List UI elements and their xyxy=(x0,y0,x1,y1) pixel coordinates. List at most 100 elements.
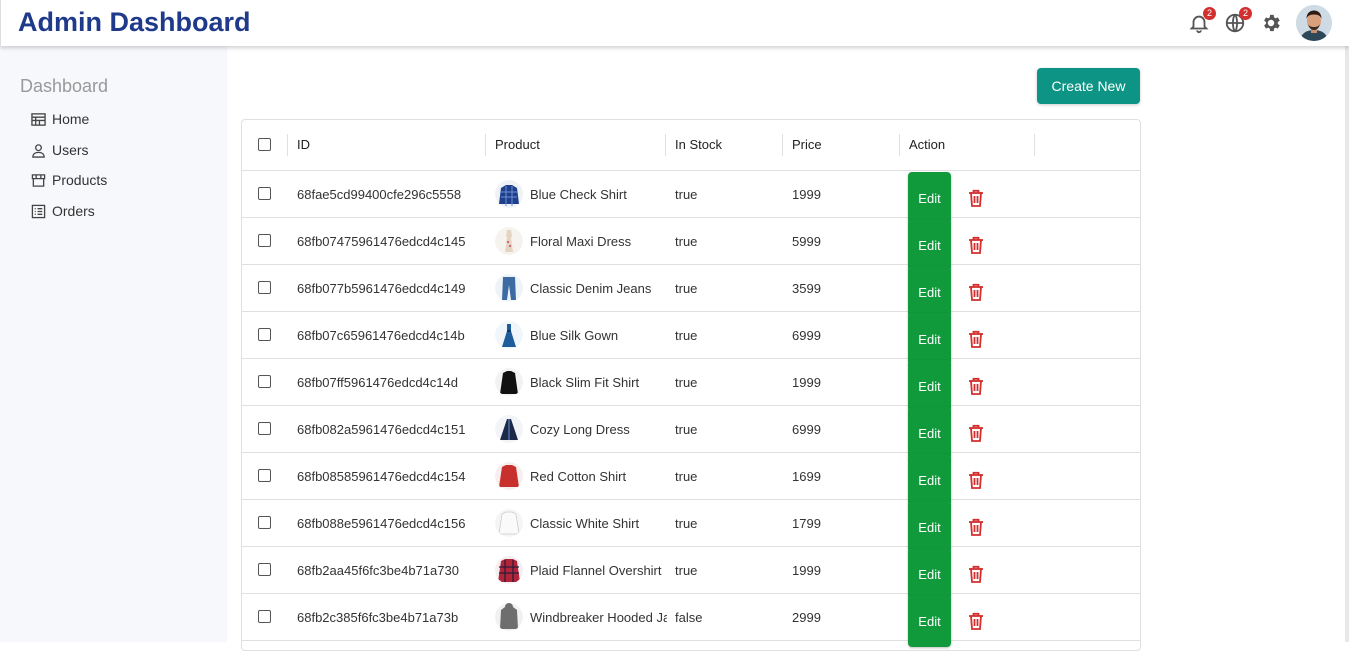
sidebar-item-label: Home xyxy=(52,111,90,127)
delete-icon[interactable] xyxy=(968,518,984,536)
row-id: 68fb08585961476edcd4c154 xyxy=(297,469,466,484)
edit-button[interactable]: Edit xyxy=(908,219,951,271)
table-row[interactable]: 68fb07475961476edcd4c145 Floral Maxi Dres… xyxy=(242,218,1140,271)
edit-button[interactable]: Edit xyxy=(908,501,951,553)
edit-button[interactable]: Edit xyxy=(908,454,951,506)
row-price: 1999 xyxy=(792,563,821,578)
row-in-stock: true xyxy=(675,516,698,531)
notifications-button[interactable]: 2 xyxy=(1188,7,1216,34)
row-checkbox[interactable] xyxy=(258,610,271,623)
row-price: 1699 xyxy=(792,469,821,484)
store-icon xyxy=(31,173,46,187)
edit-button[interactable]: Edit xyxy=(908,172,951,224)
row-checkbox[interactable] xyxy=(258,234,271,247)
row-checkbox[interactable] xyxy=(258,422,271,435)
column-separator xyxy=(899,134,900,156)
edit-button[interactable]: Edit xyxy=(908,407,951,459)
sidebar-item-orders[interactable]: Orders xyxy=(31,200,95,222)
row-product-name: Windbreaker Hooded Jacket xyxy=(530,610,667,625)
delete-icon[interactable] xyxy=(968,612,984,630)
delete-icon[interactable] xyxy=(968,471,984,489)
edit-button[interactable]: Edit xyxy=(908,548,951,600)
row-in-stock: true xyxy=(675,281,698,296)
edit-button[interactable]: Edit xyxy=(908,266,951,318)
top-bar: Admin Dashboard 2 2 xyxy=(0,0,1349,46)
row-in-stock: true xyxy=(675,234,698,249)
column-separator xyxy=(485,134,486,156)
product-thumbnail xyxy=(495,180,523,208)
row-price: 6999 xyxy=(792,422,821,437)
delete-icon[interactable] xyxy=(968,330,984,348)
delete-icon[interactable] xyxy=(968,565,984,583)
app-title: Admin Dashboard xyxy=(18,7,251,37)
edit-button[interactable]: Edit xyxy=(908,595,951,647)
row-in-stock: true xyxy=(675,375,698,390)
table-row[interactable]: 68fb2c385f6fc3be4b71a73b Windbreaker Hood… xyxy=(242,594,1140,647)
product-thumbnail xyxy=(495,274,523,302)
row-checkbox[interactable] xyxy=(258,469,271,482)
product-thumbnail xyxy=(495,227,523,255)
column-header-action[interactable]: Action xyxy=(909,137,945,152)
user-avatar-icon xyxy=(1296,5,1332,41)
product-thumbnail xyxy=(495,321,523,349)
row-in-stock: true xyxy=(675,469,698,484)
sidebar-item-label: Users xyxy=(52,142,89,158)
row-product-name: Cozy Long Dress xyxy=(530,422,630,437)
column-header-product[interactable]: Product xyxy=(495,137,540,152)
row-id: 68fae5cd99400cfe296c5558 xyxy=(297,187,462,202)
row-checkbox[interactable] xyxy=(258,187,271,200)
table-row[interactable]: 68fb088e5961476edcd4c156 Classic White Sh… xyxy=(242,500,1140,553)
row-checkbox[interactable] xyxy=(258,328,271,341)
table-row[interactable]: 68fb077b5961476edcd4c149 Classic Denim Je… xyxy=(242,265,1140,318)
settings-button[interactable] xyxy=(1260,12,1282,34)
user-icon xyxy=(32,143,45,158)
sidebar: Dashboard Home Users Products Orders xyxy=(0,46,227,642)
table-row[interactable]: 68fb082a5961476edcd4c151 Cozy Long Dress t… xyxy=(242,406,1140,459)
row-id: 68fb07ff5961476edcd4c14d xyxy=(297,375,458,390)
delete-icon[interactable] xyxy=(968,283,984,301)
delete-icon[interactable] xyxy=(968,236,984,254)
row-product-name: Blue Check Shirt xyxy=(530,187,627,202)
create-new-button[interactable]: Create New xyxy=(1037,68,1140,104)
sidebar-item-home[interactable]: Home xyxy=(31,108,89,130)
delete-icon[interactable] xyxy=(968,377,984,395)
table-row[interactable]: 68fb08585961476edcd4c154 Red Cotton Shirt… xyxy=(242,453,1140,506)
sidebar-item-label: Products xyxy=(52,172,108,188)
row-id: 68fb088e5961476edcd4c156 xyxy=(297,516,466,531)
avatar[interactable] xyxy=(1296,5,1332,41)
row-product-name: Classic Denim Jeans xyxy=(530,281,652,296)
sidebar-item-products[interactable]: Products xyxy=(31,169,107,191)
notification-badge: 2 xyxy=(1203,7,1216,20)
sidebar-item-users[interactable]: Users xyxy=(31,139,89,161)
row-id: 68fb07475961476edcd4c145 xyxy=(297,234,466,249)
row-price: 2999 xyxy=(792,610,821,625)
product-thumbnail xyxy=(495,556,523,584)
column-header-id[interactable]: ID xyxy=(297,137,310,152)
select-all-checkbox[interactable] xyxy=(258,138,271,151)
row-price: 1999 xyxy=(792,375,821,390)
table-row[interactable]: 68fb07c65961476edcd4c14b Blue Silk Gown tr… xyxy=(242,312,1140,365)
language-button[interactable]: 2 xyxy=(1224,7,1252,34)
row-checkbox[interactable] xyxy=(258,281,271,294)
row-checkbox[interactable] xyxy=(258,563,271,576)
product-thumbnail xyxy=(495,603,523,631)
row-id: 68fb2aa45f6fc3be4b71a730 xyxy=(297,563,459,578)
table-row[interactable]: 68fb2aa45f6fc3be4b71a730 Plaid Flannel Ov… xyxy=(242,547,1140,600)
table-row[interactable]: 68fb07ff5961476edcd4c14d Black Slim Fit S… xyxy=(242,359,1140,412)
products-table: ID Product In Stock Price Action 68fae5c… xyxy=(241,119,1141,651)
column-header-price[interactable]: Price xyxy=(792,137,822,152)
delete-icon[interactable] xyxy=(968,424,984,442)
table-header: ID Product In Stock Price Action xyxy=(242,120,1140,171)
row-id: 68fb077b5961476edcd4c149 xyxy=(297,281,466,296)
product-thumbnail xyxy=(495,368,523,396)
row-checkbox[interactable] xyxy=(258,516,271,529)
edit-button[interactable]: Edit xyxy=(908,360,951,412)
product-thumbnail xyxy=(495,509,523,537)
row-checkbox[interactable] xyxy=(258,375,271,388)
row-in-stock: false xyxy=(675,610,703,625)
delete-icon[interactable] xyxy=(968,189,984,207)
page-scrollbar[interactable] xyxy=(1345,46,1349,642)
edit-button[interactable]: Edit xyxy=(908,313,951,365)
column-header-in-stock[interactable]: In Stock xyxy=(675,137,722,152)
table-row[interactable]: 68fae5cd99400cfe296c5558 Blue Check Shirt… xyxy=(242,171,1140,224)
